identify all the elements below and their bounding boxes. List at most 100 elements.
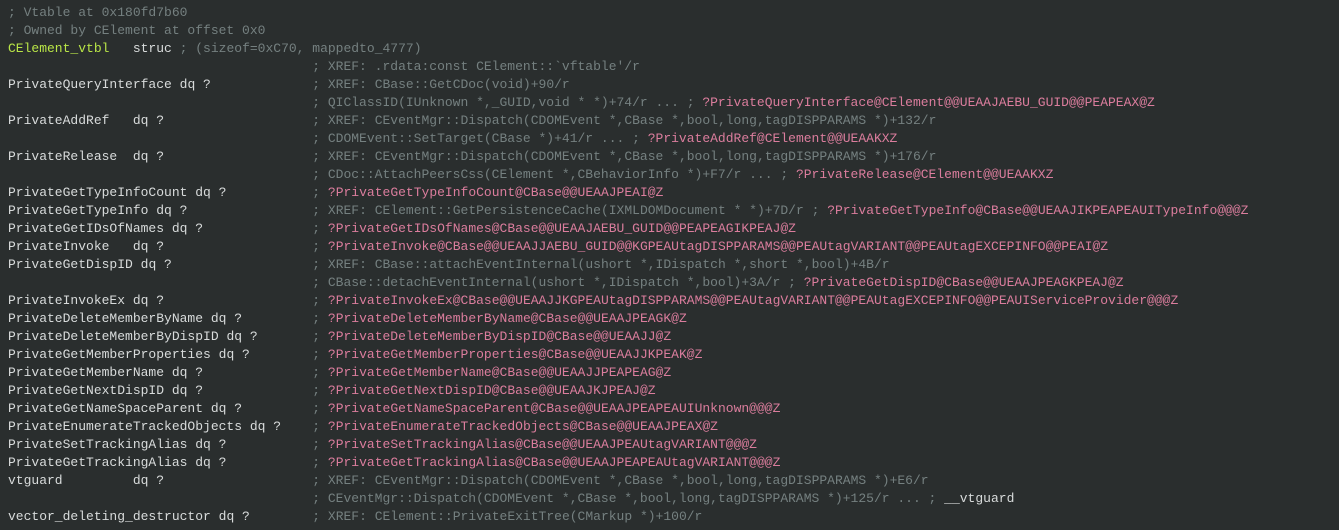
code-line[interactable]: PrivateSetTrackingAlias dq ? ; ?PrivateS…	[8, 436, 1331, 454]
code-line[interactable]: ; Owned by CElement at offset 0x0	[8, 22, 1331, 40]
token-norm	[203, 401, 211, 416]
code-line[interactable]: PrivateGetNameSpaceParent dq ? ; ?Privat…	[8, 400, 1331, 418]
token-mangled: ?PrivateGetDispID@CBase@@UEAAJPEAGKPEAJ@…	[804, 275, 1124, 290]
token-norm	[250, 347, 312, 362]
token-field: vector_deleting_destructor	[8, 509, 211, 524]
code-line[interactable]: ; CDoc::AttachPeersCss(CElement *,CBehav…	[8, 166, 1331, 184]
token-norm	[109, 41, 132, 56]
token-mangled: ?PrivateInvoke@CBase@@UEAAJJAEBU_GUID@@K…	[328, 239, 1108, 254]
token-field: PrivateInvoke	[8, 239, 109, 254]
code-line[interactable]: ; CBase::detachEventInternal(ushort *,ID…	[8, 274, 1331, 292]
token-norm	[172, 77, 180, 92]
token-mangled: ?PrivateGetNextDispID@CBase@@UEAAJKJPEAJ…	[328, 383, 656, 398]
token-field: PrivateGetTypeInfo	[8, 203, 148, 218]
token-xref: ; XREF: .rdata:const CElement::`vftable'…	[312, 59, 640, 74]
token-norm	[203, 311, 211, 326]
code-line[interactable]: PrivateDeleteMemberByDispID dq ? ; ?Priv…	[8, 328, 1331, 346]
token-xref: ;	[312, 347, 328, 362]
token-xref: ; XREF: CBase::GetCDoc(void)+90/r	[312, 77, 569, 92]
token-field: PrivateSetTrackingAlias	[8, 437, 187, 452]
token-type: dq ?	[211, 401, 242, 416]
token-mangled: ?PrivateDeleteMemberByName@CBase@@UEAAJP…	[328, 311, 687, 326]
token-mangled: ?PrivateRelease@CElement@@UEAAKXZ	[796, 167, 1053, 182]
code-line[interactable]: PrivateGetDispID dq ? ; XREF: CBase::att…	[8, 256, 1331, 274]
token-norm	[164, 149, 312, 164]
code-line[interactable]: PrivateGetMemberName dq ? ; ?PrivateGetM…	[8, 364, 1331, 382]
token-type: dq ?	[250, 419, 281, 434]
token-type: dq ?	[133, 473, 164, 488]
code-line[interactable]: ; XREF: .rdata:const CElement::`vftable'…	[8, 58, 1331, 76]
code-line[interactable]: PrivateAddRef dq ? ; XREF: CEventMgr::Di…	[8, 112, 1331, 130]
code-line[interactable]: PrivateRelease dq ? ; XREF: CEventMgr::D…	[8, 148, 1331, 166]
token-mangled: ?PrivateQueryInterface@CElement@@UEAAJAE…	[702, 95, 1154, 110]
token-type: dq ?	[172, 221, 203, 236]
token-xref: ;	[312, 401, 328, 416]
token-norm	[8, 167, 312, 182]
token-norm	[164, 383, 172, 398]
code-line[interactable]: vtguard dq ? ; XREF: CEventMgr::Dispatch…	[8, 472, 1331, 490]
token-field: PrivateAddRef	[8, 113, 109, 128]
token-norm	[203, 383, 312, 398]
token-norm	[133, 257, 141, 272]
token-keyword: struc	[133, 41, 172, 56]
token-type: dq ?	[172, 365, 203, 380]
token-xref: ; XREF: CEventMgr::Dispatch(CDOMEvent *,…	[312, 149, 936, 164]
token-xref: ;	[312, 365, 328, 380]
code-line[interactable]: PrivateGetIDsOfNames dq ? ; ?PrivateGetI…	[8, 220, 1331, 238]
token-norm	[8, 491, 312, 506]
token-norm	[211, 509, 219, 524]
token-xref: ;	[312, 383, 328, 398]
token-type: dq ?	[156, 203, 187, 218]
disassembly-listing[interactable]: ; Vtable at 0x180fd7b60; Owned by CEleme…	[0, 0, 1339, 530]
code-line[interactable]: PrivateGetTypeInfo dq ? ; XREF: CElement…	[8, 202, 1331, 220]
token-norm	[109, 113, 132, 128]
token-type: dq ?	[133, 149, 164, 164]
token-xref: ;	[312, 239, 328, 254]
code-line[interactable]: PrivateDeleteMemberByName dq ? ; ?Privat…	[8, 310, 1331, 328]
code-line[interactable]: PrivateQueryInterface dq ? ; XREF: CBase…	[8, 76, 1331, 94]
code-line[interactable]: PrivateGetNextDispID dq ? ; ?PrivateGetN…	[8, 382, 1331, 400]
code-line[interactable]: PrivateGetTypeInfoCount dq ? ; ?PrivateG…	[8, 184, 1331, 202]
token-field: PrivateGetDispID	[8, 257, 133, 272]
token-xref: ; XREF: CEventMgr::Dispatch(CDOMEvent *,…	[312, 473, 928, 488]
token-norm	[164, 365, 172, 380]
code-line[interactable]: CElement_vtbl struc ; (sizeof=0xC70, map…	[8, 40, 1331, 58]
code-line[interactable]: PrivateGetTrackingAlias dq ? ; ?PrivateG…	[8, 454, 1331, 472]
token-xref: ;	[312, 311, 328, 326]
token-norm	[211, 347, 219, 362]
token-norm	[172, 257, 312, 272]
token-type: dq ?	[219, 347, 250, 362]
token-type: dq ?	[133, 293, 164, 308]
token-norm	[203, 365, 312, 380]
token-norm	[164, 221, 172, 236]
token-xref: ;	[312, 419, 328, 434]
token-field: PrivateRelease	[8, 149, 117, 164]
token-xref: ; XREF: CEventMgr::Dispatch(CDOMEvent *,…	[312, 113, 936, 128]
token-def: CElement_vtbl	[8, 41, 109, 56]
token-norm	[242, 419, 250, 434]
token-norm	[63, 473, 133, 488]
token-type: dq ?	[172, 383, 203, 398]
token-field: PrivateGetTypeInfoCount	[8, 185, 187, 200]
code-line[interactable]: PrivateInvoke dq ? ; ?PrivateInvoke@CBas…	[8, 238, 1331, 256]
code-line[interactable]: ; CDOMEvent::SetTarget(CBase *)+41/r ...…	[8, 130, 1331, 148]
token-type: dq ?	[180, 77, 211, 92]
code-line[interactable]: PrivateEnumerateTrackedObjects dq ? ; ?P…	[8, 418, 1331, 436]
code-line[interactable]: ; Vtable at 0x180fd7b60	[8, 4, 1331, 22]
code-line[interactable]: vector_deleting_destructor dq ? ; XREF: …	[8, 508, 1331, 526]
token-mangled: ?PrivateGetMemberName@CBase@@UEAAJJPEAPE…	[328, 365, 671, 380]
token-mangled: ?PrivateGetNameSpaceParent@CBase@@UEAAJP…	[328, 401, 780, 416]
code-line[interactable]: PrivateGetMemberProperties dq ? ; ?Priva…	[8, 346, 1331, 364]
code-line[interactable]: PrivateInvokeEx dq ? ; ?PrivateInvokeEx@…	[8, 292, 1331, 310]
token-field: PrivateGetNameSpaceParent	[8, 401, 203, 416]
code-line[interactable]: ; CEventMgr::Dispatch(CDOMEvent *,CBase …	[8, 490, 1331, 508]
token-norm	[117, 149, 133, 164]
token-norm	[242, 311, 312, 326]
token-norm	[8, 131, 312, 146]
token-norm	[8, 95, 312, 110]
token-dim: ; (sizeof=0xC70, mappedto_4777)	[180, 41, 422, 56]
token-type: dq ?	[133, 113, 164, 128]
code-line[interactable]: ; QIClassID(IUnknown *,_GUID,void * *)+7…	[8, 94, 1331, 112]
token-norm	[281, 419, 312, 434]
token-xref: ; CBase::detachEventInternal(ushort *,ID…	[312, 275, 803, 290]
